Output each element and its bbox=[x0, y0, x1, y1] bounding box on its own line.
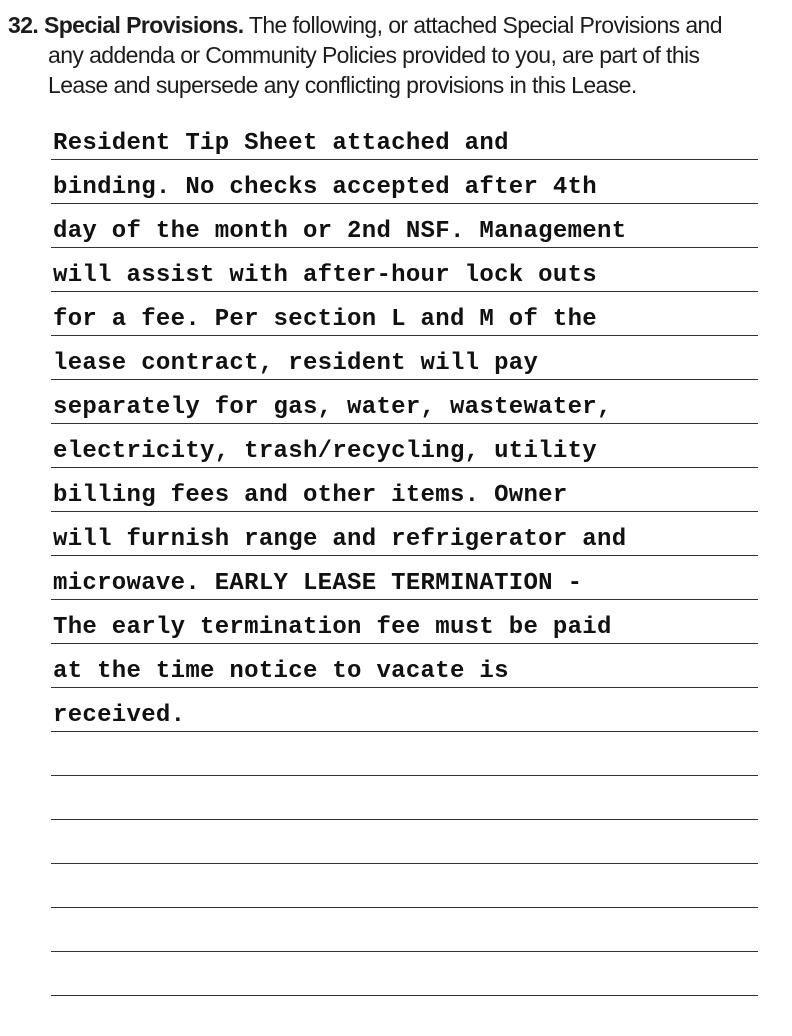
section-intro-line-3: Lease and supersede any conflicting prov… bbox=[48, 72, 637, 98]
provision-line: microwave. EARLY LEASE TERMINATION - bbox=[51, 556, 758, 600]
provision-text: will assist with after-hour lock outs bbox=[53, 262, 597, 289]
provision-line: The early termination fee must be paid bbox=[51, 600, 758, 644]
special-provisions-field[interactable]: Resident Tip Sheet attached and binding.… bbox=[51, 116, 758, 996]
provision-text: The early termination fee must be paid bbox=[53, 614, 612, 641]
heading-line: 32. Special Provisions. The following, o… bbox=[8, 10, 778, 40]
provision-line: at the time notice to vacate is bbox=[51, 644, 758, 688]
provision-text: day of the month or 2nd NSF. Management bbox=[53, 218, 627, 245]
provision-line: Resident Tip Sheet attached and bbox=[51, 116, 758, 160]
provision-line: separately for gas, water, wastewater, bbox=[51, 380, 758, 424]
provision-line: binding. No checks accepted after 4th bbox=[51, 160, 758, 204]
section-32-header: 32. Special Provisions. The following, o… bbox=[8, 10, 778, 100]
provision-line-blank bbox=[51, 776, 758, 820]
provision-text: received. bbox=[53, 702, 186, 729]
provision-line: for a fee. Per section L and M of the bbox=[51, 292, 758, 336]
provision-line: electricity, trash/recycling, utility bbox=[51, 424, 758, 468]
provision-line: will assist with after-hour lock outs bbox=[51, 248, 758, 292]
section-intro-line-1: The following, or attached Special Provi… bbox=[248, 12, 723, 38]
provision-text: Resident Tip Sheet attached and bbox=[53, 130, 509, 157]
provision-line-blank bbox=[51, 820, 758, 864]
provision-text: lease contract, resident will pay bbox=[53, 350, 539, 377]
provision-text: will furnish range and refrigerator and bbox=[53, 526, 627, 553]
provision-text: separately for gas, water, wastewater, bbox=[53, 394, 612, 421]
section-intro-line-2: any addenda or Community Policies provid… bbox=[48, 42, 700, 68]
provision-text: microwave. EARLY LEASE TERMINATION - bbox=[53, 570, 583, 597]
provision-line: lease contract, resident will pay bbox=[51, 336, 758, 380]
provision-line: billing fees and other items. Owner bbox=[51, 468, 758, 512]
provision-line: day of the month or 2nd NSF. Management bbox=[51, 204, 758, 248]
provision-text: for a fee. Per section L and M of the bbox=[53, 306, 597, 333]
provision-text: at the time notice to vacate is bbox=[53, 658, 509, 685]
provision-line: will furnish range and refrigerator and bbox=[51, 512, 758, 556]
provision-text: electricity, trash/recycling, utility bbox=[53, 438, 597, 465]
provision-text: billing fees and other items. Owner bbox=[53, 482, 568, 509]
provision-line-blank bbox=[51, 952, 758, 996]
section-title: Special Provisions. bbox=[43, 12, 244, 38]
section-number: 32. bbox=[8, 12, 39, 38]
provision-line-blank bbox=[51, 732, 758, 776]
provision-line-blank bbox=[51, 908, 758, 952]
provision-line: received. bbox=[51, 688, 758, 732]
provision-text: binding. No checks accepted after 4th bbox=[53, 174, 597, 201]
provision-line-blank bbox=[51, 864, 758, 908]
